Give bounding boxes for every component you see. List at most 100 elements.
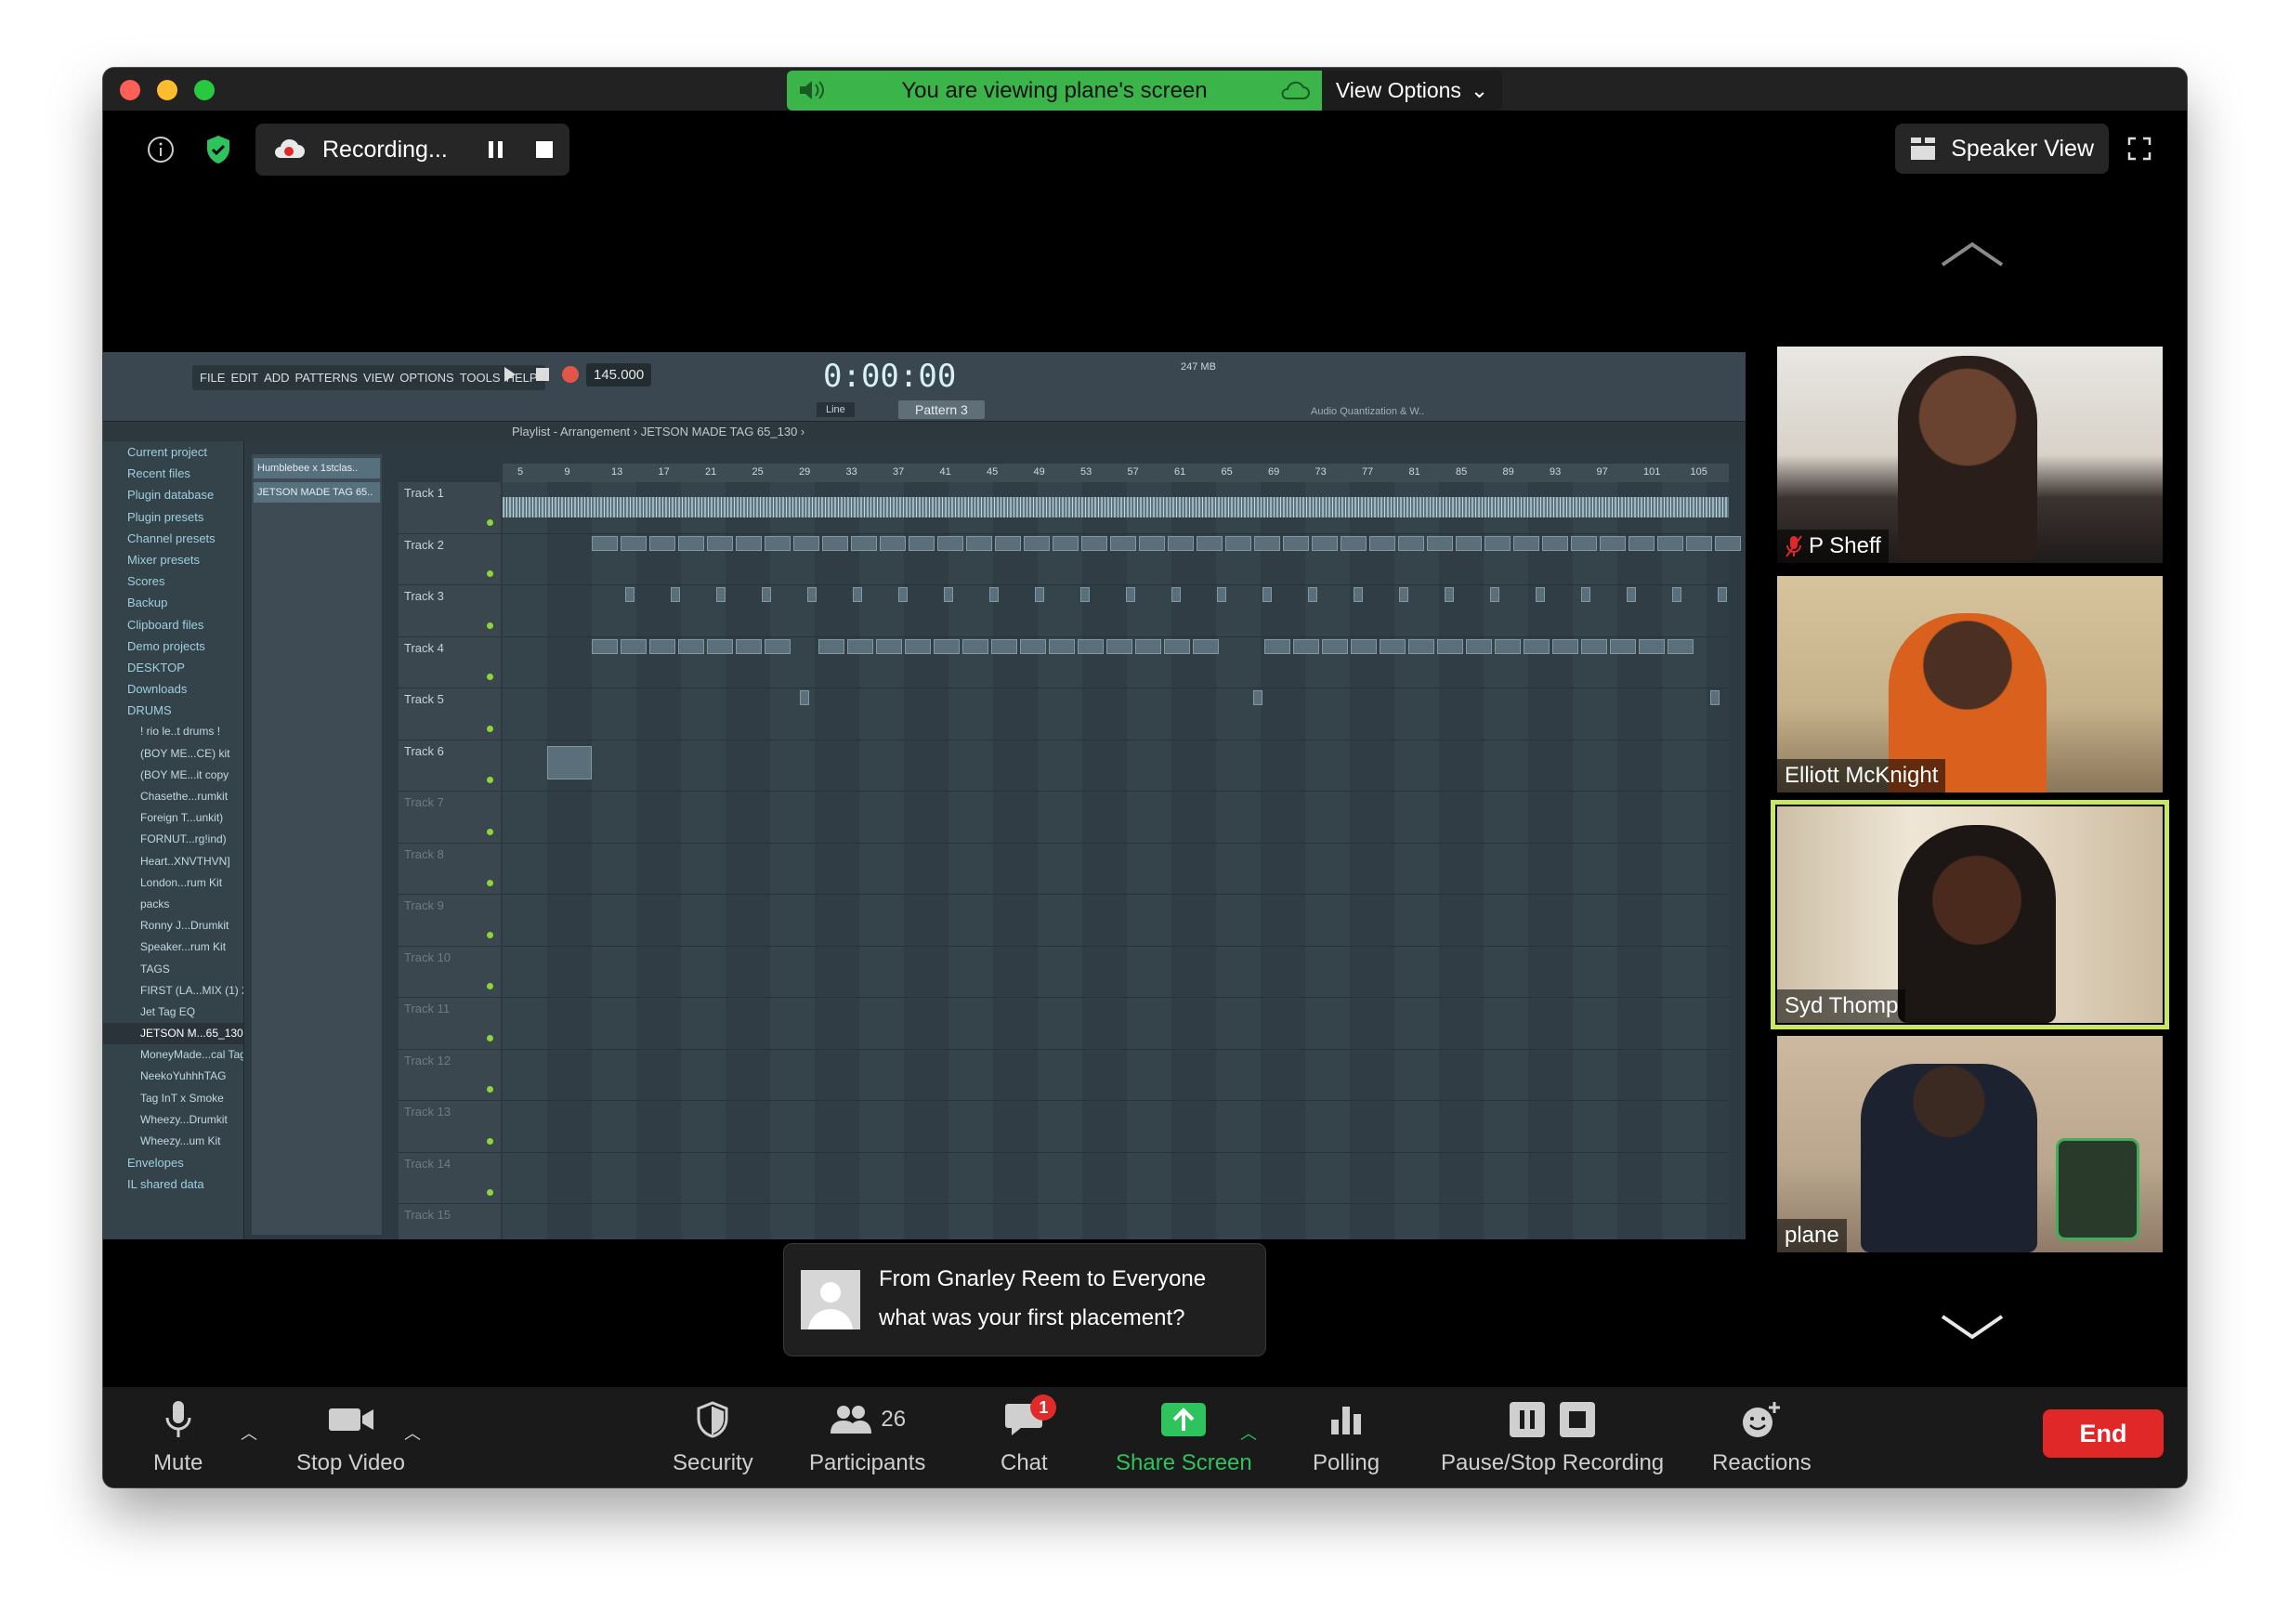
pattern-clip[interactable]	[989, 587, 999, 602]
pattern-clip[interactable]	[1135, 638, 1161, 654]
pattern-clip[interactable]	[1398, 535, 1424, 551]
playlist-lane[interactable]	[503, 792, 1729, 844]
track-enable-led[interactable]	[487, 1137, 493, 1145]
pattern-clip[interactable]	[1571, 535, 1597, 551]
pattern-clip[interactable]	[736, 535, 762, 551]
playlist-lane[interactable]	[503, 1101, 1729, 1153]
pattern-clip[interactable]	[905, 638, 931, 654]
track-header[interactable]: Track 5	[399, 688, 501, 740]
video-tile-elliott-mcknight[interactable]: Elliott McKnight	[1777, 576, 2163, 792]
track-enable-led[interactable]	[487, 725, 493, 732]
pattern-clip[interactable]	[1668, 638, 1694, 654]
audio-options-caret-icon[interactable]: ︿	[241, 1421, 257, 1445]
fl-stop-button[interactable]	[536, 368, 549, 381]
pattern-clip[interactable]	[1445, 587, 1454, 602]
track-header[interactable]: Track 7	[399, 792, 501, 844]
browser-item[interactable]: DESKTOP	[103, 657, 243, 678]
pattern-clip[interactable]	[765, 535, 791, 551]
fl-menu-add[interactable]: ADD	[264, 371, 289, 385]
fl-snap-selector[interactable]: Line	[817, 402, 855, 417]
pattern-clip[interactable]	[1024, 535, 1050, 551]
fl-menu-edit[interactable]: EDIT	[230, 371, 258, 385]
playlist-lane[interactable]	[503, 1204, 1729, 1239]
end-meeting-button[interactable]: End	[2043, 1409, 2164, 1458]
pattern-clip[interactable]	[962, 638, 988, 654]
fl-pattern-selector[interactable]: Pattern 3	[898, 400, 985, 419]
minimize-window-button[interactable]	[157, 80, 177, 100]
pattern-clip[interactable]	[1466, 638, 1492, 654]
fl-tempo-display[interactable]: 145.000	[586, 363, 652, 386]
pattern-clip[interactable]	[822, 535, 848, 551]
stop-video-button[interactable]: Stop Video	[296, 1396, 405, 1476]
pattern-clip[interactable]	[807, 587, 817, 602]
pattern-clip[interactable]	[1139, 535, 1165, 551]
shared-screen-fl-studio[interactable]: FILE EDIT ADD PATTERNS VIEW OPTIONS TOOL…	[103, 352, 1746, 1239]
fl-record-button[interactable]	[562, 366, 579, 383]
pattern-clip[interactable]	[818, 638, 844, 654]
pattern-clip[interactable]	[880, 535, 906, 551]
video-tile-p-sheff[interactable]: P Sheff	[1777, 347, 2163, 563]
view-options-button[interactable]: View Options ⌄	[1322, 71, 1502, 111]
polling-button[interactable]: Polling	[1313, 1396, 1380, 1476]
pattern-clip[interactable]	[1524, 638, 1550, 654]
browser-item[interactable]: Clipboard files	[103, 614, 243, 635]
pattern-clip[interactable]	[1081, 535, 1107, 551]
pattern-clip[interactable]	[851, 535, 877, 551]
pattern-clip[interactable]	[1369, 535, 1395, 551]
fl-menu-patterns[interactable]: PATTERNS	[295, 371, 358, 385]
pattern-clip[interactable]	[995, 535, 1021, 551]
share-screen-button[interactable]: Share Screen	[1116, 1396, 1252, 1476]
pattern-clip[interactable]	[1020, 638, 1046, 654]
browser-item[interactable]: packs	[103, 894, 243, 915]
pause-recording-button[interactable]	[488, 141, 503, 158]
browser-item[interactable]: ! rio le..t drums !	[103, 721, 243, 742]
video-tile-syd-thomp[interactable]: Syd Thomp	[1771, 800, 2169, 1029]
pattern-clip[interactable]	[1639, 638, 1665, 654]
track-enable-led[interactable]	[487, 1189, 493, 1196]
fl-menu-tools[interactable]: TOOLS	[460, 371, 501, 385]
fl-menu-view[interactable]: VIEW	[363, 371, 394, 385]
pattern-clip[interactable]	[1341, 535, 1367, 551]
track-enable-led[interactable]	[487, 518, 493, 526]
browser-item[interactable]: Channel presets	[103, 528, 243, 549]
track-enable-led[interactable]	[487, 983, 493, 989]
browser-item[interactable]: TAGS	[103, 959, 243, 980]
browser-item[interactable]: Backup	[103, 592, 243, 613]
playlist-lane[interactable]	[503, 637, 1729, 688]
scroll-down-chevron-icon[interactable]	[1939, 1313, 2006, 1345]
pattern-clip[interactable]	[1600, 535, 1626, 551]
pattern-clip[interactable]	[592, 638, 618, 654]
browser-item[interactable]: Jet Tag EQ	[103, 1002, 243, 1023]
pattern-clip[interactable]	[937, 535, 963, 551]
pattern-clip[interactable]	[592, 535, 618, 551]
pattern-clip[interactable]	[1078, 638, 1104, 654]
fl-timeline-ruler[interactable]: 5 9 13 17 21 25 29 33 37 41 45 49 53 57 61 65 69 73 77 81 85…	[503, 464, 1729, 482]
pattern-clip[interactable]	[1168, 535, 1194, 551]
browser-item[interactable]: Scores	[103, 570, 243, 592]
pattern-clip[interactable]	[1437, 638, 1463, 654]
pattern-clip[interactable]	[707, 535, 733, 551]
browser-item[interactable]: FIRST (LA...MIX (1) 2	[103, 980, 243, 1002]
pattern-clip[interactable]	[625, 587, 634, 602]
pattern-clip[interactable]	[1672, 587, 1681, 602]
zoom-window-button[interactable]	[194, 80, 215, 100]
pattern-clip[interactable]	[909, 535, 935, 551]
pattern-clip[interactable]	[1552, 638, 1578, 654]
pattern-clip[interactable]	[1495, 638, 1521, 654]
pattern-clip[interactable]	[966, 535, 992, 551]
browser-item[interactable]: Current project	[103, 441, 243, 463]
encryption-shield-icon[interactable]	[198, 129, 239, 170]
track-enable-led[interactable]	[487, 570, 493, 577]
pattern-clip[interactable]	[991, 638, 1017, 654]
pattern-clip[interactable]	[1312, 535, 1338, 551]
track-enable-led[interactable]	[487, 828, 493, 835]
pattern-clip[interactable]	[1171, 587, 1181, 602]
browser-item[interactable]: Mixer presets	[103, 549, 243, 570]
pattern-clip[interactable]	[1718, 587, 1727, 602]
track-header[interactable]: Track 14	[399, 1152, 501, 1204]
pattern-item[interactable]: JETSON MADE TAG 65..	[254, 482, 380, 503]
playlist-lane[interactable]	[503, 534, 1741, 585]
browser-item[interactable]: Downloads	[103, 678, 243, 700]
pattern-clip[interactable]	[621, 535, 647, 551]
chat-message-popup[interactable]: From Gnarley Reem to Everyone what was y…	[783, 1243, 1266, 1356]
